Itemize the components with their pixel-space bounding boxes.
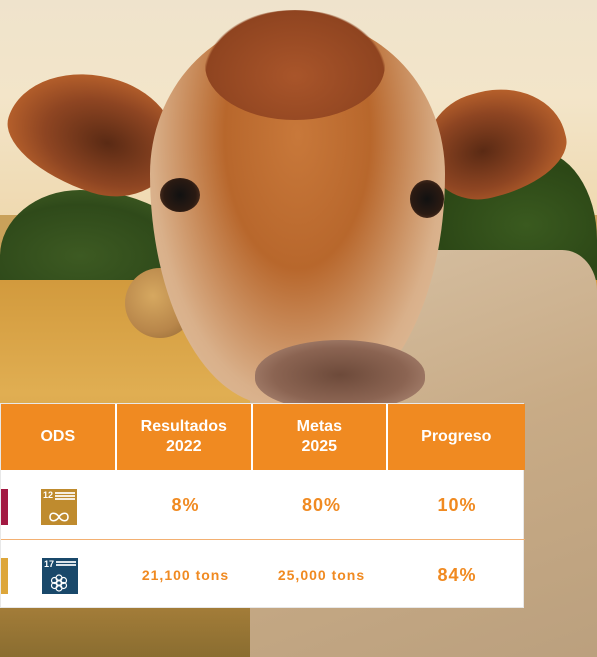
sdg-partial-icon [1, 558, 8, 594]
metas-value: 80% [301, 495, 342, 515]
header-resultados-line1: Resultados [140, 418, 227, 435]
header-metas-line2: 2025 [301, 438, 338, 455]
header-resultados-line2: 2022 [166, 438, 202, 455]
resultados-value: 8% [171, 495, 200, 515]
header-resultados: Resultados 2022 [116, 404, 252, 470]
metas-value: 25,000 tons [277, 567, 366, 583]
progreso-value: 10% [437, 495, 477, 515]
table-row: 17 21,100 tons 25,000 tons 84% [1, 541, 525, 609]
ods-cell: 12 [1, 472, 117, 539]
resultados-value: 21,100 tons [141, 567, 230, 583]
resultados-cell: 21,100 tons [117, 541, 254, 609]
sdg-partial-icon [1, 489, 8, 525]
infinity-icon [49, 512, 69, 522]
header-ods-label: ODS [40, 428, 76, 445]
flower-icon [50, 574, 68, 592]
metas-cell: 80% [254, 472, 389, 539]
header-progreso-label: Progreso [421, 428, 492, 445]
progreso-value: 84% [437, 564, 477, 585]
resultados-cell: 8% [117, 472, 254, 539]
header-progreso: Progreso [387, 404, 525, 470]
cow-eye-right [410, 180, 444, 218]
metas-cell: 25,000 tons [254, 541, 389, 609]
header-ods: ODS [1, 404, 115, 470]
table-header: ODS Resultados 2022 Metas 2025 Progreso [1, 404, 525, 470]
sdg-12-responsible-consumption-icon: 12 [41, 489, 77, 525]
header-metas-line1: Metas [296, 418, 342, 435]
header-metas: Metas 2025 [253, 404, 386, 470]
cow-forelock [205, 10, 385, 120]
cow-muzzle [255, 340, 425, 410]
results-table: ODS Resultados 2022 Metas 2025 Progreso … [0, 403, 525, 609]
progreso-cell: 10% [389, 472, 525, 539]
sdg-17-partnerships-icon: 17 [42, 558, 78, 594]
cow-eye-left [160, 178, 200, 212]
progreso-cell: 84% [389, 541, 525, 609]
ods-cell: 17 [1, 541, 117, 609]
table-row: 12 8% 80% 10% [1, 472, 525, 540]
